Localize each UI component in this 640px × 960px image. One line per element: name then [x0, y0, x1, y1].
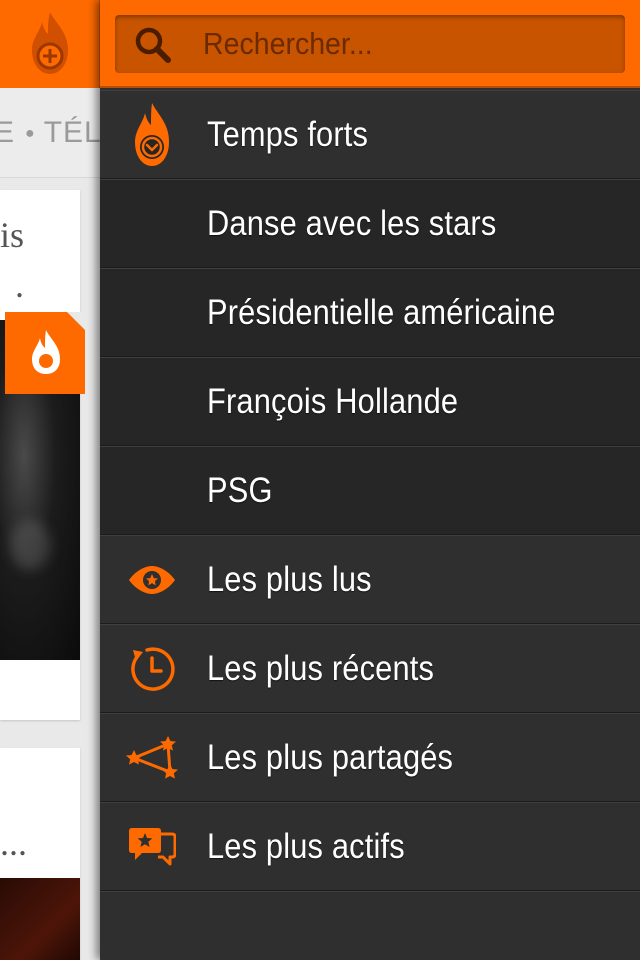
drawer-menu: Temps forts Danse avec les stars Préside…	[100, 90, 640, 960]
search-bar[interactable]	[115, 15, 625, 73]
search-input[interactable]	[203, 24, 571, 64]
background-page: E ● TÉL is . ...	[0, 0, 100, 960]
article-title: is .	[0, 210, 24, 310]
menu-item-label: Présidentielle américaine	[207, 292, 556, 332]
menu-item-les-plus-lus[interactable]: Les plus lus	[100, 535, 640, 624]
comments-icon	[124, 819, 180, 875]
category-nav-text[interactable]: E ● TÉL	[0, 116, 100, 150]
flame-plus-logo-icon[interactable]	[26, 10, 74, 78]
article-title-line: .	[15, 265, 24, 305]
share-network-icon	[124, 730, 180, 786]
hot-badge	[5, 312, 85, 394]
article-photo	[0, 878, 80, 960]
menu-item-label: Les plus lus	[207, 559, 372, 599]
category-nav-item[interactable]: TÉL	[44, 116, 100, 149]
menu-item-les-plus-recents[interactable]: Les plus récents	[100, 624, 640, 713]
search-icon[interactable]	[133, 25, 173, 65]
drawer-header	[100, 0, 640, 88]
menu-item-les-plus-actifs[interactable]: Les plus actifs	[100, 802, 640, 891]
category-nav: E ● TÉL	[0, 88, 100, 178]
eye-icon	[124, 552, 180, 608]
menu-item-label: Les plus partagés	[207, 737, 454, 777]
menu-item-les-plus-partages[interactable]: Les plus partagés	[100, 713, 640, 802]
flame-chevron-icon	[124, 102, 180, 166]
nav-separator: ●	[25, 125, 36, 143]
clock-icon	[124, 641, 180, 697]
menu-item-danse-avec-les-stars[interactable]: Danse avec les stars	[100, 179, 640, 268]
menu-item-label: Les plus récents	[207, 648, 435, 688]
menu-item-label: Temps forts	[207, 114, 369, 154]
article-card[interactable]: ...	[0, 748, 80, 960]
flame-icon	[32, 330, 60, 374]
app-header	[0, 0, 100, 88]
article-title: ...	[0, 823, 27, 863]
menu-item-presidentielle-americaine[interactable]: Présidentielle américaine	[100, 268, 640, 357]
menu-item-francois-hollande[interactable]: François Hollande	[100, 357, 640, 446]
side-drawer: Temps forts Danse avec les stars Préside…	[100, 0, 640, 960]
category-nav-item[interactable]: E	[0, 116, 15, 149]
menu-footer-space	[100, 891, 640, 960]
article-card[interactable]: is .	[0, 190, 80, 720]
menu-item-label: Danse avec les stars	[207, 203, 497, 243]
menu-item-psg[interactable]: PSG	[100, 446, 640, 535]
menu-item-label: François Hollande	[207, 381, 459, 421]
menu-item-label: Les plus actifs	[207, 826, 405, 866]
menu-item-label: PSG	[207, 470, 273, 510]
article-title-line: is	[0, 215, 25, 255]
menu-item-temps-forts[interactable]: Temps forts	[100, 90, 640, 179]
